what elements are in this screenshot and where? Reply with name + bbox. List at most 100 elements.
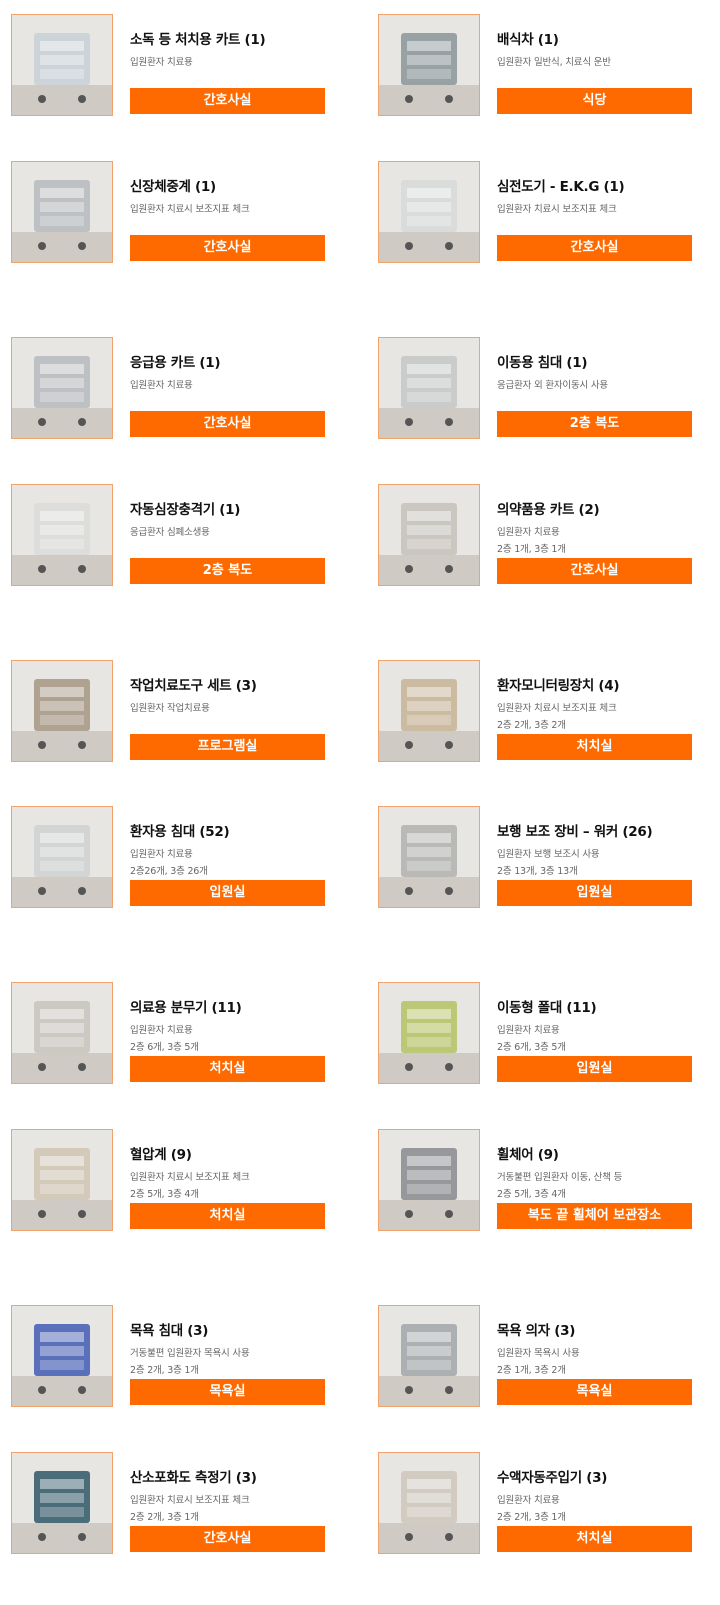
bath-bed-photo: [11, 1305, 113, 1407]
equipment-description: 응급환자 외 환자이동시 사용: [497, 380, 608, 391]
equipment-description: 입원환자 치료용: [497, 1025, 560, 1036]
location-button[interactable]: 프로그램실: [130, 734, 325, 760]
meal-cart-photo: [378, 14, 480, 116]
equipment-title: 보행 보조 장비 – 워커 (26): [497, 824, 653, 840]
equipment-description: 입원환자 치료용: [497, 1495, 560, 1506]
equipment-description: 입원환자 치료용: [130, 1025, 193, 1036]
equipment-card: 자동심장충격기 (1) 응급환자 심폐소생용 2층 복도: [11, 484, 331, 588]
equipment-card: 응급용 카트 (1) 입원환자 치료용간호사실: [11, 337, 331, 441]
location-button[interactable]: 간호사실: [130, 235, 325, 261]
equipment-description: 입원환자 목욕시 사용: [497, 1348, 580, 1359]
stretcher-photo: [378, 337, 480, 439]
equipment-description: 입원환자 치료용: [497, 527, 560, 538]
equipment-floors: 2층 2개, 3층 1개: [130, 1512, 199, 1523]
medicine-cart-photo: [378, 484, 480, 586]
location-button[interactable]: 간호사실: [497, 558, 692, 584]
scale-photo: [11, 161, 113, 263]
equipment-card: 작업치료도구 세트 (3) 입원환자 작업치료용프로그램실: [11, 660, 331, 764]
equipment-title: 신장체중계 (1): [130, 179, 216, 195]
equipment-title: 의료용 분무기 (11): [130, 1000, 242, 1016]
equipment-description: 입원환자 일반식, 치료식 운반: [497, 57, 611, 68]
equipment-description: 입원환자 치료용: [130, 57, 193, 68]
oximeter-photo: [11, 1452, 113, 1554]
location-button[interactable]: 간호사실: [130, 88, 325, 114]
location-button[interactable]: 처치실: [130, 1056, 325, 1082]
location-button[interactable]: 간호사실: [130, 411, 325, 437]
equipment-description: 입원환자 작업치료용: [130, 703, 210, 714]
equipment-description: 입원환자 치료시 보조지표 체크: [497, 703, 617, 714]
equipment-card: 의약품용 카트 (2) 입원환자 치료용 2층 1개, 3층 1개 간호사실: [378, 484, 698, 588]
equipment-card: 환자모니터링장치 (4) 입원환자 치료시 보조지표 체크 2층 2개, 3층 2개…: [378, 660, 698, 764]
equipment-title: 혈압계 (9): [130, 1147, 192, 1163]
equipment-description: 입원환자 치료시 보조지표 체크: [130, 204, 250, 215]
equipment-title: 수액자동주입기 (3): [497, 1470, 608, 1486]
location-button[interactable]: 입원실: [497, 880, 692, 906]
equipment-card: 휠체어 (9) 거동불편 입원환자 이동, 산책 등 2층 5개, 3층 4개복도 …: [378, 1129, 698, 1233]
equipment-description: 입원환자 치료시 보조지표 체크: [497, 204, 617, 215]
equipment-card: 혈압계 (9) 입원환자 치료시 보조지표 체크 2층 5개, 3층 4개처치실: [11, 1129, 331, 1233]
wheelchair-photo: [378, 1129, 480, 1231]
equipment-description: 거동불편 입원환자 목욕시 사용: [130, 1348, 250, 1359]
equipment-floors: 2층 2개, 3층 1개: [130, 1365, 199, 1376]
ekg-photo: [378, 161, 480, 263]
location-button[interactable]: 목욕실: [497, 1379, 692, 1405]
monitor-photo: [378, 660, 480, 762]
equipment-floors: 2층 5개, 3층 4개: [497, 1189, 566, 1200]
equipment-card: 배식차 (1) 입원환자 일반식, 치료식 운반식당: [378, 14, 698, 118]
location-button[interactable]: 목욕실: [130, 1379, 325, 1405]
equipment-description: 입원환자 치료시 보조지표 체크: [130, 1172, 250, 1183]
bp-monitor-photo: [11, 1129, 113, 1231]
location-button[interactable]: 간호사실: [497, 235, 692, 261]
equipment-card: 의료용 분무기 (11) 입원환자 치료용 2층 6개, 3층 5개처치실: [11, 982, 331, 1086]
equipment-description: 입원환자 치료용: [130, 849, 193, 860]
location-button[interactable]: 간호사실: [130, 1526, 325, 1552]
equipment-floors: 2층 6개, 3층 5개: [130, 1042, 199, 1053]
nebulizer-photo: [11, 982, 113, 1084]
equipment-floors: 2층 6개, 3층 5개: [497, 1042, 566, 1053]
location-button[interactable]: 입원실: [130, 880, 325, 906]
equipment-floors: 2층26개, 3층 26개: [130, 866, 208, 877]
location-button[interactable]: 2층 복도: [497, 411, 692, 437]
bed-photo: [11, 806, 113, 908]
equipment-title: 의약품용 카트 (2): [497, 502, 600, 518]
equipment-title: 휠체어 (9): [497, 1147, 559, 1163]
equipment-card: 이동형 폴대 (11) 입원환자 치료용 2층 6개, 3층 5개입원실: [378, 982, 698, 1086]
equipment-card: 산소포화도 측정기 (3) 입원환자 치료시 보조지표 체크 2층 2개, 3층 1…: [11, 1452, 331, 1556]
walker-photo: [378, 806, 480, 908]
equipment-description: 입원환자 치료용: [130, 380, 193, 391]
equipment-title: 소독 등 처치용 카트 (1): [130, 32, 266, 48]
location-button[interactable]: 2층 복도: [130, 558, 325, 584]
equipment-card: 목욕 침대 (3) 거동불편 입원환자 목욕시 사용 2층 2개, 3층 1개 목욕실: [11, 1305, 331, 1409]
equipment-floors: 2층 2개, 3층 2개: [497, 720, 566, 731]
equipment-title: 자동심장충격기 (1): [130, 502, 241, 518]
equipment-floors: 2층 5개, 3층 4개: [130, 1189, 199, 1200]
equipment-title: 이동형 폴대 (11): [497, 1000, 597, 1016]
location-button[interactable]: 처치실: [497, 734, 692, 760]
equipment-description: 입원환자 보행 보조시 사용: [497, 849, 600, 860]
equipment-description: 입원환자 치료시 보조지표 체크: [130, 1495, 250, 1506]
location-button[interactable]: 식당: [497, 88, 692, 114]
equipment-title: 환자모니터링장치 (4): [497, 678, 620, 694]
equipment-title: 이동용 침대 (1): [497, 355, 588, 371]
equipment-floors: 2층 13개, 3층 13개: [497, 866, 578, 877]
location-button[interactable]: 처치실: [497, 1526, 692, 1552]
equipment-title: 배식차 (1): [497, 32, 559, 48]
equipment-title: 환자용 침대 (52): [130, 824, 230, 840]
ot-set-photo: [11, 660, 113, 762]
equipment-card: 목욕 의자 (3) 입원환자 목욕시 사용 2층 1개, 3층 2개 목욕실: [378, 1305, 698, 1409]
equipment-title: 작업치료도구 세트 (3): [130, 678, 257, 694]
equipment-title: 목욕 의자 (3): [497, 1323, 576, 1339]
equipment-description: 거동불편 입원환자 이동, 산책 등: [497, 1172, 623, 1183]
cart-photo: [11, 14, 113, 116]
equipment-title: 산소포화도 측정기 (3): [130, 1470, 257, 1486]
equipment-card: 수액자동주입기 (3) 입원환자 치료용 2층 2개, 3층 1개 처치실: [378, 1452, 698, 1556]
infusion-pump-photo: [378, 1452, 480, 1554]
equipment-card: 소독 등 처치용 카트 (1) 입원환자 치료용간호사실: [11, 14, 331, 118]
equipment-title: 심전도기 - E.K.G (1): [497, 179, 625, 195]
location-button[interactable]: 처치실: [130, 1203, 325, 1229]
bath-chair-photo: [378, 1305, 480, 1407]
location-button[interactable]: 입원실: [497, 1056, 692, 1082]
equipment-title: 응급용 카트 (1): [130, 355, 221, 371]
equipment-card: 신장체중계 (1) 입원환자 치료시 보조지표 체크간호사실: [11, 161, 331, 265]
location-button[interactable]: 복도 끝 휠체어 보관장소: [497, 1203, 692, 1229]
